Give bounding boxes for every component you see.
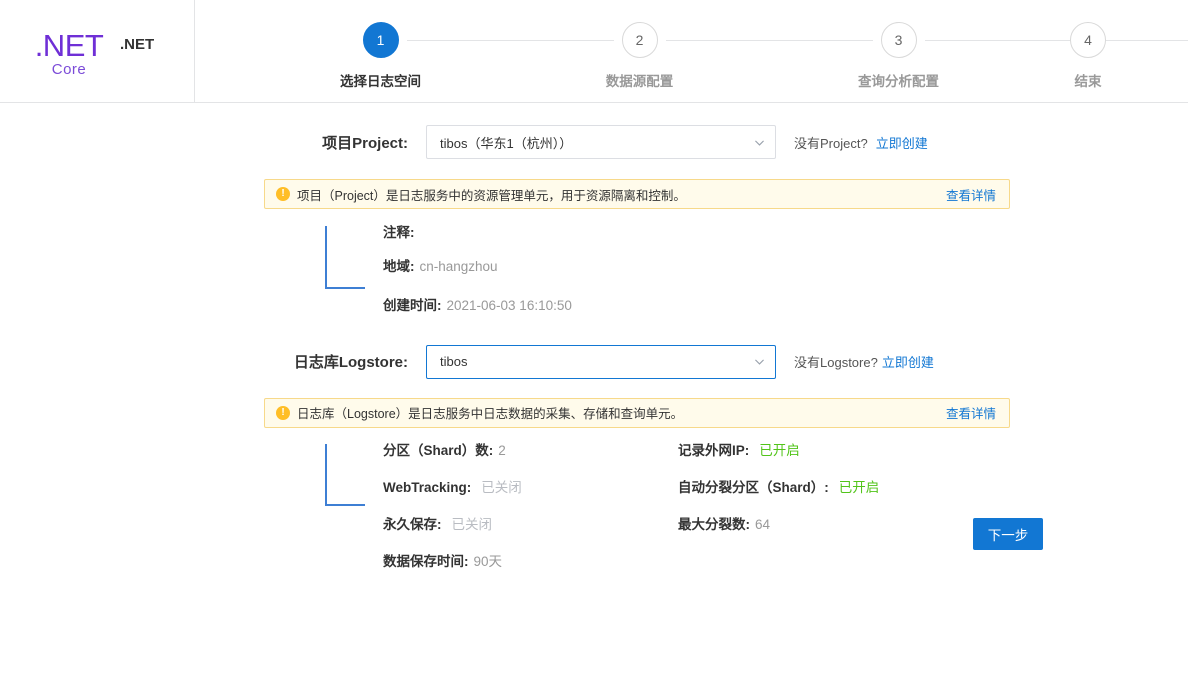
logstore-webtracking: WebTracking: 已关闭 xyxy=(383,479,678,495)
logo-zone: .NET Core .NET xyxy=(0,0,195,102)
logstore-select-value: tibos xyxy=(440,354,468,369)
project-detail-row-region: 地域: cn-hangzhou xyxy=(383,260,1188,299)
project-comment: 注释: xyxy=(383,226,420,240)
wizard-main: 项目Project: tibos（华东1（杭州）） 没有Project? 立即创建… xyxy=(0,125,1188,568)
stepper-step-2-label: 数据源配置 xyxy=(605,74,674,89)
logstore-record-public-ip: 记录外网IP: 已开启 xyxy=(678,442,800,458)
next-step-button[interactable]: 下一步 xyxy=(973,518,1043,550)
app-header: .NET Core .NET 1 选择日志空间 2 数据源配置 3 查询分析配置 xyxy=(0,0,1188,103)
logstore-create-hint: 没有Logstore? 立即创建 xyxy=(794,352,934,371)
logstore-alert-detail-link[interactable]: 查看详情 xyxy=(946,403,996,422)
logstore-alert-text: 日志库（Logstore）是日志服务中日志数据的采集、存储和查询单元。 xyxy=(297,407,684,421)
logstore-webtracking-key: WebTracking: xyxy=(383,479,472,495)
dotnet-logo-sub: Core xyxy=(51,61,87,78)
logstore-alert: ! 日志库（Logstore）是日志服务中日志数据的采集、存储和查询单元。 查看… xyxy=(264,397,1010,428)
logstore-auto-split-key: 自动分裂分区（Shard）: xyxy=(678,479,829,495)
dotnet-logo-main: .NET xyxy=(34,28,104,63)
chevron-down-icon xyxy=(743,136,775,149)
stepper-step-1-circle: 1 xyxy=(362,22,399,58)
project-region: 地域: cn-hangzhou xyxy=(383,260,498,274)
stepper-step-2-circle: 2 xyxy=(621,22,658,58)
chevron-down-icon xyxy=(743,355,775,368)
project-detail-row-created: 创建时间: 2021-06-03 16:10:50 xyxy=(383,299,1188,313)
logstore-shard-count-key: 分区（Shard）数: xyxy=(383,442,494,458)
logstore-detail-row-1: 分区（Shard）数: 2 记录外网IP: 已开启 xyxy=(383,442,1188,481)
project-create-hint: 没有Project? 立即创建 xyxy=(794,133,928,152)
wizard-footer: 下一步 xyxy=(0,508,1188,568)
wizard-stepper: 1 选择日志空间 2 数据源配置 3 查询分析配置 4 结束 xyxy=(195,0,1188,102)
logstore-shard-count: 分区（Shard）数: 2 xyxy=(383,442,678,458)
logstore-label: 日志库Logstore: xyxy=(293,354,408,371)
stepper-step-4[interactable]: 4 结束 xyxy=(1028,22,1188,90)
project-created-key: 创建时间: xyxy=(383,298,442,313)
stepper-step-1[interactable]: 1 选择日志空间 xyxy=(251,22,614,90)
project-region-value: cn-hangzhou xyxy=(419,259,498,274)
stepper-step-2[interactable]: 2 数据源配置 xyxy=(510,22,873,90)
project-comment-key: 注释: xyxy=(383,225,415,240)
stepper-connector-1 xyxy=(406,40,614,41)
logstore-create-link[interactable]: 立即创建 xyxy=(882,355,934,370)
logstore-auto-split-value: 已开启 xyxy=(838,479,880,495)
warning-icon: ! xyxy=(276,187,290,201)
stepper-step-4-label: 结束 xyxy=(1074,74,1102,89)
stepper-step-3[interactable]: 3 查询分析配置 xyxy=(769,22,1132,90)
logstore-shard-count-value: 2 xyxy=(498,442,506,458)
logstore-select[interactable]: tibos xyxy=(426,344,776,379)
stepper-step-3-circle: 3 xyxy=(880,22,917,58)
logstore-row: 日志库Logstore: tibos 没有Logstore? 立即创建 xyxy=(0,344,1188,379)
project-detail-row-comment: 注释: xyxy=(383,226,1188,260)
project-hint-text: 没有Project? xyxy=(794,135,868,151)
dotnet-core-logo: .NET Core xyxy=(29,30,109,77)
logstore-hint-text: 没有Logstore? xyxy=(794,355,878,370)
logstore-record-public-ip-key: 记录外网IP: xyxy=(678,442,750,458)
project-create-link[interactable]: 立即创建 xyxy=(876,136,928,151)
logstore-record-public-ip-value: 已开启 xyxy=(759,442,800,458)
project-details-grid: 注释: 地域: cn-hangzhou 创建时间: 2021-06-03 16:10… xyxy=(325,226,1188,313)
project-label: 项目Project: xyxy=(322,134,408,152)
stepper-step-4-circle: 4 xyxy=(1070,22,1106,58)
project-alert: ! 项目（Project）是日志服务中的资源管理单元，用于资源隔离和控制。 查看… xyxy=(264,179,1010,209)
project-alert-text: 项目（Project）是日志服务中的资源管理单元，用于资源隔离和控制。 xyxy=(297,188,686,203)
logstore-webtracking-value: 已关闭 xyxy=(481,479,522,495)
project-select[interactable]: tibos（华东1（杭州）） xyxy=(426,125,776,159)
project-region-key: 地域: xyxy=(383,259,415,274)
logstore-auto-split: 自动分裂分区（Shard）: 已开启 xyxy=(678,479,880,495)
stepper-step-3-label: 查询分析配置 xyxy=(858,74,939,89)
stepper-connector-2 xyxy=(665,40,873,41)
project-row: 项目Project: tibos（华东1（杭州）） 没有Project? 立即创建 xyxy=(0,125,1188,159)
project-details: 注释: 地域: cn-hangzhou 创建时间: 2021-06-03 16:10… xyxy=(0,226,1188,313)
stepper-step-1-label: 选择日志空间 xyxy=(340,74,421,89)
warning-icon: ! xyxy=(276,405,290,420)
stepper-steps: 1 选择日志空间 2 数据源配置 3 查询分析配置 4 结束 xyxy=(195,22,1188,90)
app-title: .NET xyxy=(120,36,155,53)
project-created-time: 创建时间: 2021-06-03 16:10:50 xyxy=(383,299,572,313)
project-created-value: 2021-06-03 16:10:50 xyxy=(446,298,572,313)
project-select-value: tibos（华东1（杭州）） xyxy=(440,135,573,151)
stepper-connector-4 xyxy=(1114,40,1188,41)
project-alert-detail-link[interactable]: 查看详情 xyxy=(946,185,996,204)
